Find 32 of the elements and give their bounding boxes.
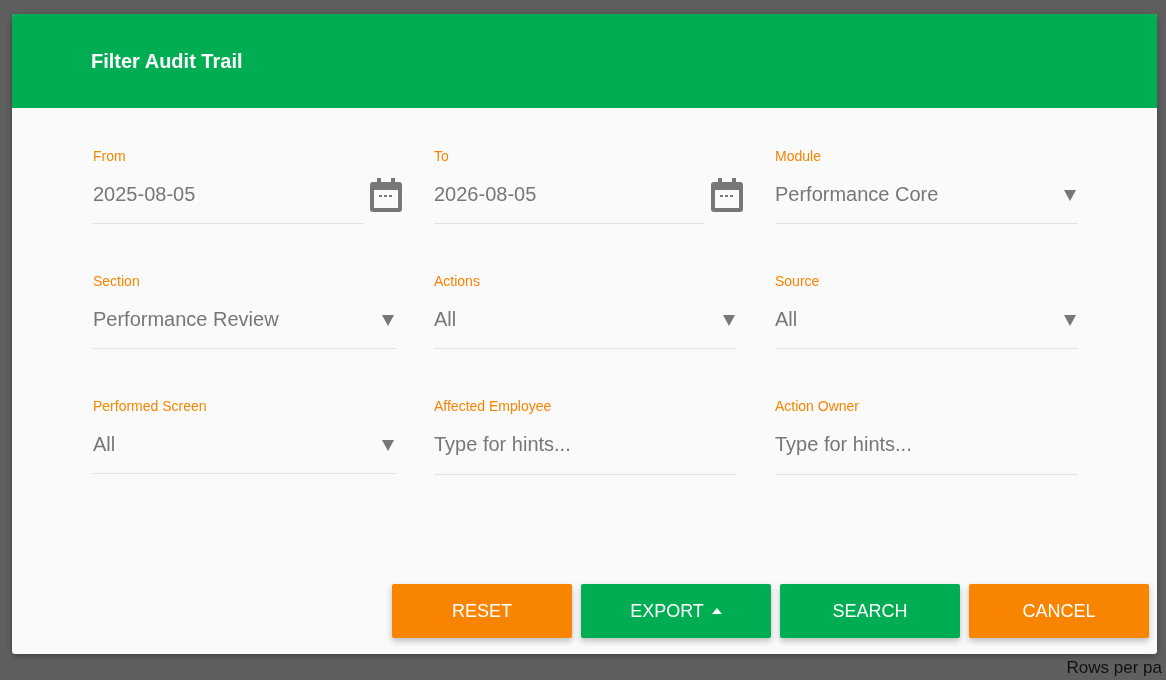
action-button[interactable]: RESET — [392, 584, 572, 638]
caret-icon — [1064, 188, 1076, 201]
field-label: Source — [775, 272, 821, 291]
calendar-icon[interactable] — [370, 178, 402, 212]
caret-icon — [711, 608, 722, 614]
field-label: Affected Employee — [434, 397, 553, 416]
field-label: Actions — [434, 272, 481, 291]
input-field[interactable]: Type for hints... — [775, 415, 1078, 475]
date-field[interactable]: 2025-08-05 — [93, 166, 364, 224]
input-field[interactable]: Type for hints... — [434, 415, 737, 475]
dropdown-field[interactable]: Performance Core — [775, 166, 1078, 224]
caret-icon — [382, 438, 394, 451]
rows-per-page-label: Rows per pa — [1066, 658, 1162, 678]
dropdown-field[interactable]: Performance Review — [93, 291, 396, 349]
field-label: Action Owner — [775, 397, 861, 416]
caret-icon — [1064, 313, 1076, 326]
field-label: To — [434, 147, 450, 166]
dropdown-field[interactable]: All — [434, 291, 737, 349]
action-button[interactable]: SEARCH — [780, 584, 960, 638]
dropdown-field[interactable]: All — [93, 416, 396, 474]
dropdown-field[interactable]: All — [775, 291, 1078, 349]
field-label: Section — [93, 272, 141, 291]
caret-icon — [382, 313, 394, 326]
field-label: Performed Screen — [93, 397, 208, 416]
action-button[interactable]: CANCEL — [969, 584, 1149, 638]
field-label: Module — [775, 147, 822, 166]
caret-icon — [723, 313, 735, 326]
dialog-title: Filter Audit Trail — [91, 49, 243, 73]
date-field[interactable]: 2026-08-05 — [434, 166, 705, 224]
calendar-icon[interactable] — [711, 178, 743, 212]
field-label: From — [93, 147, 127, 166]
menu-button[interactable]: EXPORT — [581, 584, 771, 638]
